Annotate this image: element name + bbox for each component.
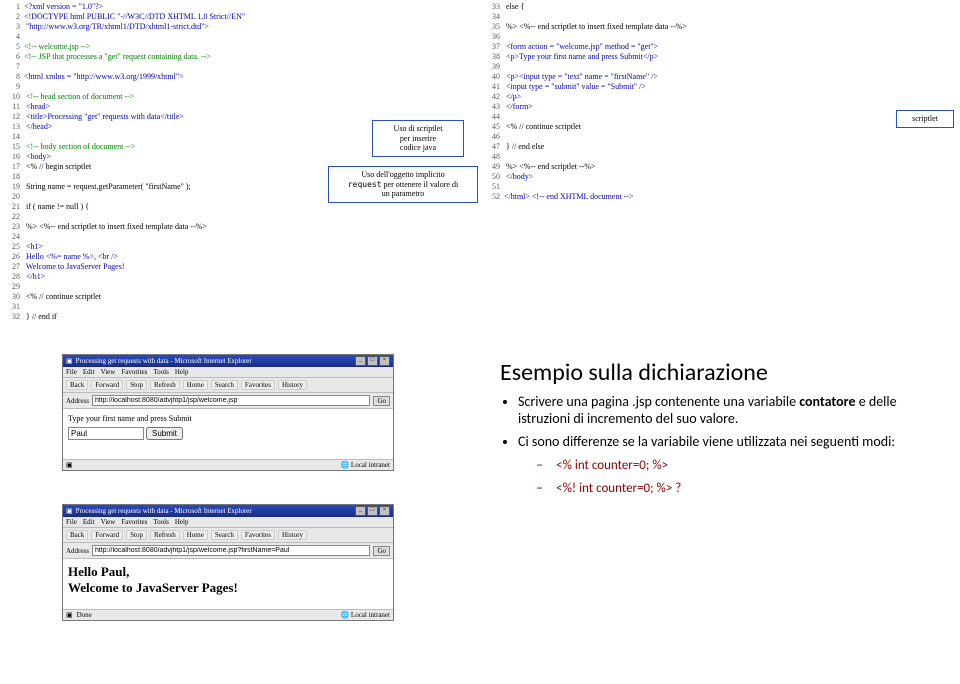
- annotation-scriptlet: scriptlet: [896, 110, 954, 128]
- page-prompt: Type your first name and press Submit: [68, 414, 388, 423]
- close-icon[interactable]: ×: [379, 506, 390, 516]
- submit-button[interactable]: Submit: [146, 427, 183, 440]
- toolbar: BackForwardStopRefreshHomeSearchFavorite…: [63, 528, 393, 543]
- slide-body: Scrivere una pagina .jsp contenente una …: [500, 393, 934, 496]
- minimize-icon[interactable]: _: [355, 506, 366, 516]
- menubar: FileEditViewFavoritesToolsHelp: [63, 517, 393, 528]
- hello-heading-2: Welcome to JavaServer Pages!: [68, 580, 388, 596]
- toolbar: BackForwardStopRefreshHomeSearchFavorite…: [63, 378, 393, 393]
- firstname-input[interactable]: [68, 427, 144, 440]
- address-input[interactable]: [92, 395, 370, 406]
- minimize-icon[interactable]: _: [355, 356, 366, 366]
- code-listing-left: 1<?xml version = "1.0"?>2<!DOCTYPE html …: [2, 2, 472, 322]
- go-button[interactable]: Go: [373, 546, 390, 556]
- window-icon: ▣: [66, 357, 73, 365]
- hello-heading-1: Hello Paul,: [68, 564, 388, 580]
- go-button[interactable]: Go: [373, 396, 390, 406]
- titlebar: ▣ Processing get requests with data - Mi…: [63, 355, 393, 367]
- browser-window-result: ▣ Processing get requests with data - Mi…: [62, 504, 394, 621]
- code-listing-right: 33 else {3435 %> <%-- end scriptlet to i…: [482, 2, 960, 202]
- slide-title: Esempio sulla dichiarazione: [500, 358, 934, 387]
- maximize-icon[interactable]: □: [367, 506, 378, 516]
- menubar: FileEditViewFavoritesToolsHelp: [63, 367, 393, 378]
- annotation-scriptlet-java: Uso di scriptlet per inserire codice jav…: [372, 120, 464, 157]
- address-input[interactable]: [92, 545, 370, 556]
- window-icon: ▣: [66, 507, 73, 515]
- close-icon[interactable]: ×: [379, 356, 390, 366]
- maximize-icon[interactable]: □: [367, 356, 378, 366]
- browser-window-form: ▣ Processing get requests with data - Mi…: [62, 354, 394, 471]
- address-bar: Address Go: [63, 393, 393, 409]
- annotation-request-object: Uso dell'oggetto implicito request per o…: [328, 166, 478, 203]
